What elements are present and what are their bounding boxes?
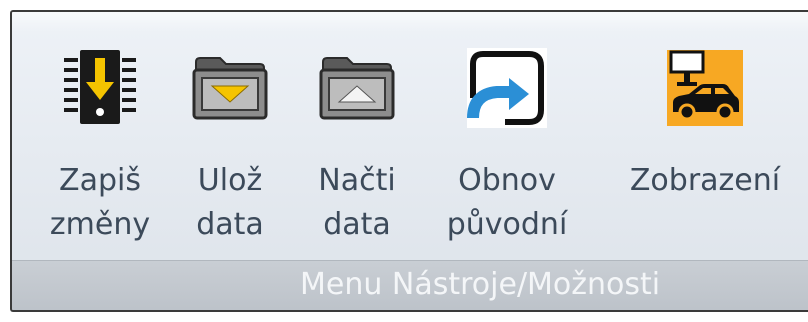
restore-icon	[467, 48, 547, 128]
save-data-label-2: data	[196, 207, 264, 242]
restore-original-label-2: původní	[446, 207, 568, 242]
restore-original-label-1: Obnov	[458, 163, 556, 198]
display-button[interactable]: Zobrazení	[610, 12, 800, 252]
display-car-icon	[665, 48, 745, 128]
ribbon-panel: Zapiš změny Ulož data Načti data Obnov p…	[10, 10, 808, 312]
folder-load-icon	[317, 48, 397, 128]
load-data-label-2: data	[323, 207, 391, 242]
load-data-button[interactable]: Načti data	[302, 12, 412, 252]
write-chip-icon	[60, 48, 140, 128]
save-data-button[interactable]: Ulož data	[180, 12, 280, 252]
write-changes-label-2: změny	[49, 207, 151, 242]
write-changes-label-1: Zapiš	[59, 163, 141, 198]
group-title-bar: Menu Nástroje/Možnosti	[12, 260, 808, 310]
save-data-label-1: Ulož	[197, 163, 263, 198]
folder-save-icon	[190, 48, 270, 128]
restore-original-button[interactable]: Obnov původní	[432, 12, 582, 252]
group-title: Menu Nástroje/Možnosti	[300, 267, 661, 302]
write-changes-button[interactable]: Zapiš změny	[40, 12, 160, 252]
load-data-label-1: Načti	[318, 163, 396, 198]
display-label-1: Zobrazení	[629, 163, 781, 198]
